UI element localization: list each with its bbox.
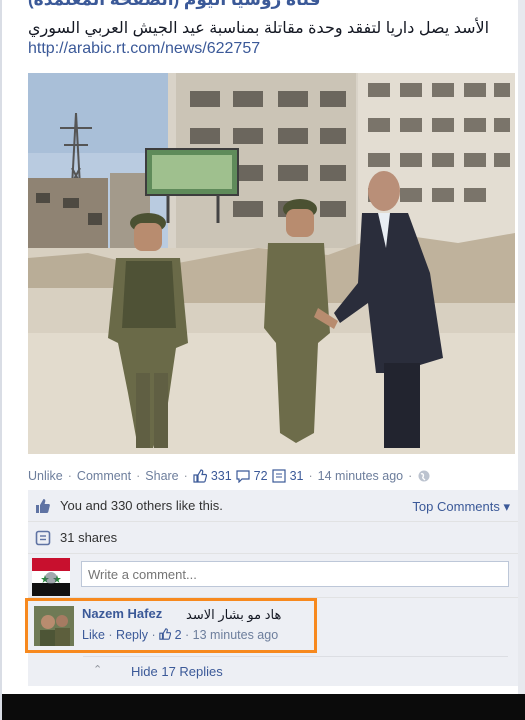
thumbs-up-icon — [193, 469, 207, 483]
thumbs-up-icon — [159, 628, 174, 642]
comment-link[interactable]: Comment — [77, 469, 131, 483]
post-link[interactable]: http://arabic.rt.com/news/622757 — [28, 40, 260, 58]
current-user-avatar[interactable] — [32, 558, 70, 596]
page-right-edge — [518, 0, 525, 694]
comment-timestamp[interactable]: 13 minutes ago — [193, 628, 278, 642]
comment-likes-count[interactable]: 2 — [175, 628, 182, 642]
caret-down-icon: ▾ — [503, 499, 510, 514]
comments-count[interactable]: 72 — [254, 469, 268, 483]
post-photo[interactable] — [28, 73, 515, 454]
hide-replies-row[interactable]: ⌃ Hide 17 Replies — [83, 656, 508, 685]
comment-item: Nazem Hafez هاد مو بشار الاسد Like · Rep… — [28, 598, 518, 654]
commenter-name[interactable]: Nazem Hafez — [82, 606, 162, 621]
comment-meta: Like · Reply · 2 · 13 minutes ago — [82, 628, 279, 642]
shares-summary-text[interactable]: 31 shares — [60, 530, 117, 545]
likes-summary-row: You and 330 others like this. Top Commen… — [28, 490, 518, 522]
share-icon — [35, 530, 51, 546]
arrow-up-icon: ⌃ — [93, 664, 103, 676]
share-link[interactable]: Share — [145, 469, 178, 483]
comment-bubble-icon — [236, 470, 250, 483]
comment-like-link[interactable]: Like — [82, 628, 105, 642]
shares-summary-row: 31 shares — [28, 522, 518, 554]
top-comments-dropdown[interactable]: Top Comments ▾ — [412, 499, 510, 515]
write-comment-row — [28, 554, 518, 598]
shares-count[interactable]: 31 — [290, 469, 304, 483]
likes-summary-text[interactable]: You and 330 others like this. — [60, 498, 223, 513]
comment-text: هاد مو بشار الاسد — [186, 607, 282, 622]
page-name-header[interactable]: قناة روسيا اليوم (الصفحة المعتمدة) — [28, 0, 518, 10]
post-timestamp[interactable]: 14 minutes ago — [318, 469, 403, 483]
comment-reply-link[interactable]: Reply — [116, 628, 148, 642]
post-actions-bar: Unlike · Comment · Share · 331 72 31 · 1… — [28, 467, 518, 485]
hide-replies-link[interactable]: Hide 17 Replies — [131, 664, 223, 679]
post-text: الأسد يصل داريا لتفقد وحدة مقاتلة بمناسب… — [28, 20, 490, 37]
globe-icon[interactable] — [417, 469, 431, 483]
unlike-link[interactable]: Unlike — [28, 469, 63, 483]
thumbs-up-icon — [36, 499, 50, 513]
share-icon — [271, 469, 286, 483]
commenter-avatar[interactable] — [34, 606, 74, 646]
write-comment-input[interactable] — [81, 561, 509, 587]
likes-count[interactable]: 331 — [211, 469, 232, 483]
bottom-black-bar — [0, 694, 525, 720]
